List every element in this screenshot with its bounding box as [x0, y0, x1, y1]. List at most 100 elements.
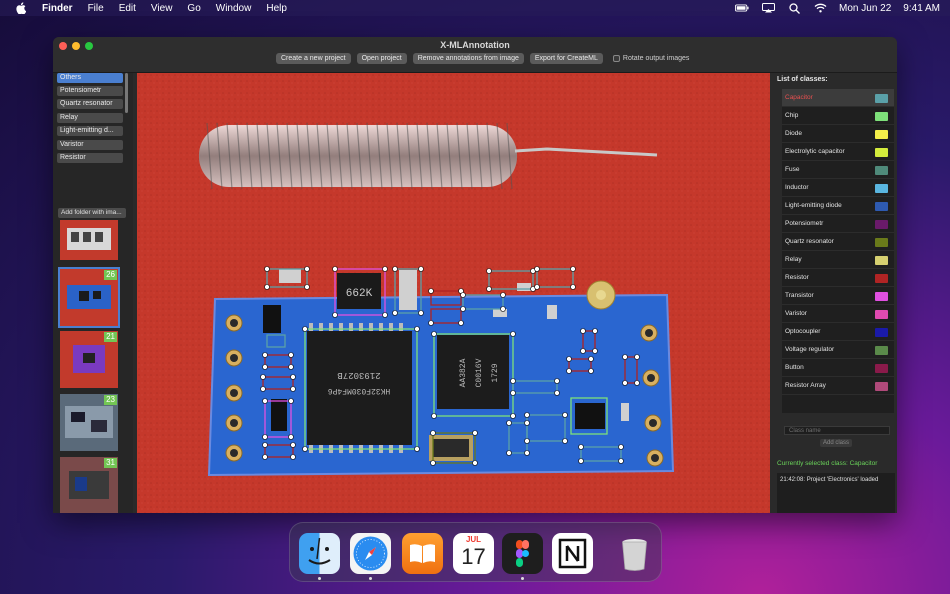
add-class-button[interactable]: Add class	[820, 439, 853, 447]
battery-icon[interactable]	[735, 2, 749, 14]
class-label: Relay	[785, 256, 802, 263]
folder-varistor[interactable]: Varistor	[57, 140, 123, 150]
image-thumbnail[interactable]	[60, 220, 118, 260]
class-label: Diode	[785, 130, 802, 137]
menu-time[interactable]: 9:41 AM	[903, 3, 940, 14]
dock: JUL 17	[289, 522, 662, 582]
class-label: Resistor Array	[785, 382, 826, 389]
pcb-board: 2193027B HK32F030MF4P6 AA382A C0016V 172…	[207, 269, 675, 477]
pcb-photo[interactable]: 2193027B HK32F030MF4P6 AA382A C0016V 172…	[137, 73, 770, 513]
menu-view[interactable]: View	[151, 3, 173, 14]
wifi-icon[interactable]	[813, 2, 827, 14]
class-item-varistor[interactable]: Varistor	[782, 305, 894, 323]
class-item-electrolytic-capacitor[interactable]: Electrolytic capacitor	[782, 143, 894, 161]
image-thumbnail-selected[interactable]: 26	[58, 267, 120, 328]
class-item-chip[interactable]: Chip	[782, 107, 894, 125]
apple-icon[interactable]	[14, 1, 28, 15]
folder-potensiometr[interactable]: Potensiometr	[57, 86, 123, 96]
class-label: Potensiometr	[785, 220, 824, 227]
class-label: Light-emitting diode	[785, 202, 842, 209]
menu-go[interactable]: Go	[187, 3, 200, 14]
color-swatch	[875, 256, 888, 265]
folder-others[interactable]: Others	[57, 73, 123, 83]
class-label: Chip	[785, 112, 799, 119]
annotation-count-badge: 31	[104, 458, 117, 468]
class-item-quartz-resonator[interactable]: Quartz resonator	[782, 233, 894, 251]
folder-quartz-resonator[interactable]: Quartz resonator	[57, 99, 123, 109]
finder-running-indicator	[318, 577, 321, 580]
class-item-led[interactable]: Light-emitting diode	[782, 197, 894, 215]
class-label: Varistor	[785, 310, 807, 317]
class-item-diode[interactable]: Diode	[782, 125, 894, 143]
menu-date[interactable]: Mon Jun 22	[839, 3, 891, 14]
export-createml-button[interactable]: Export for CreateML	[529, 53, 603, 64]
calendar-icon[interactable]: JUL 17	[453, 533, 494, 574]
menu-window[interactable]: Window	[216, 3, 252, 14]
class-label: Inductor	[785, 184, 809, 191]
app-window: X-MLAnnotation Create a new project Open…	[53, 37, 897, 513]
class-label: Fuse	[785, 166, 800, 173]
folders-scrollbar[interactable]	[125, 73, 128, 113]
class-label: Voltage regulator	[785, 346, 835, 353]
trash-icon[interactable]	[614, 533, 655, 574]
add-folder-button[interactable]: Add folder with ima...	[58, 208, 126, 218]
search-icon[interactable]	[787, 2, 801, 14]
class-item-button[interactable]: Button	[782, 359, 894, 377]
remove-annotations-button[interactable]: Remove annotations from image	[412, 53, 524, 64]
image-thumbnail[interactable]: 23	[60, 394, 118, 451]
color-swatch	[875, 220, 888, 229]
notion-icon[interactable]	[552, 533, 593, 574]
class-name-input[interactable]: Class name	[784, 426, 890, 435]
safari-running-indicator	[369, 577, 372, 580]
class-label: Button	[785, 364, 804, 371]
menu-help[interactable]: Help	[266, 3, 287, 14]
color-swatch	[875, 328, 888, 337]
cast-icon[interactable]	[761, 2, 775, 14]
class-item-resistor[interactable]: Resistor	[782, 269, 894, 287]
class-item-capacitor[interactable]: Capacitor	[782, 89, 894, 107]
class-item-voltage-regulator[interactable]: Voltage regulator	[782, 341, 894, 359]
folder-led[interactable]: Light-emitting d...	[57, 126, 123, 136]
menu-bar: Finder File Edit View Go Window Help Mon…	[0, 0, 950, 16]
class-label: Quartz resonator	[785, 238, 834, 245]
class-item-fuse[interactable]: Fuse	[782, 161, 894, 179]
menu-finder[interactable]: Finder	[42, 3, 73, 14]
finder-icon[interactable]	[299, 533, 340, 574]
menu-edit[interactable]: Edit	[119, 3, 136, 14]
color-swatch	[875, 274, 888, 283]
books-icon[interactable]	[402, 533, 443, 574]
color-swatch	[875, 202, 888, 211]
annotation-canvas[interactable]: 2193027B HK32F030MF4P6 AA382A C0016V 172…	[137, 73, 770, 513]
mcu-chip-label: HK32F030MF4P6	[328, 386, 391, 395]
calendar-month: JUL	[465, 535, 482, 544]
class-item-potensiometr[interactable]: Potensiometr	[782, 215, 894, 233]
create-project-button[interactable]: Create a new project	[276, 53, 351, 64]
figma-icon[interactable]	[502, 533, 543, 574]
class-label: Transistor	[785, 292, 814, 299]
rotate-checkbox[interactable]	[612, 55, 620, 62]
color-swatch	[875, 112, 888, 121]
image-thumbnail[interactable]: 31	[60, 457, 118, 513]
log-output: 21:42:08: Project 'Electronics' loaded	[777, 473, 895, 513]
class-item-transistor[interactable]: Transistor	[782, 287, 894, 305]
classes-title: List of classes:	[777, 76, 828, 83]
class-item-resistor-array[interactable]: Resistor Array	[782, 377, 894, 395]
class-item-relay[interactable]: Relay	[782, 251, 894, 269]
menu-file[interactable]: File	[88, 3, 104, 14]
class-list: Capacitor Chip Diode Electrolytic capaci…	[782, 89, 894, 413]
rf-chip-code: C0016V	[475, 358, 484, 387]
open-project-button[interactable]: Open project	[356, 53, 407, 64]
folder-resistor[interactable]: Resistor	[57, 153, 123, 163]
color-swatch	[875, 364, 888, 373]
image-thumbnail[interactable]: 21	[60, 331, 118, 388]
classes-panel: List of classes: Capacitor Chip Diode El…	[774, 73, 897, 513]
class-item-inductor[interactable]: Inductor	[782, 179, 894, 197]
color-swatch	[875, 94, 888, 103]
color-swatch	[875, 184, 888, 193]
folder-relay[interactable]: Relay	[57, 113, 123, 123]
class-item-optocoupler[interactable]: Optocoupler	[782, 323, 894, 341]
mcu-chip-code: 2193027B	[337, 370, 381, 380]
safari-icon[interactable]	[350, 533, 391, 574]
rotate-output-toggle[interactable]: Rotate output images	[612, 55, 689, 62]
rf-chip-code-2: 1729	[491, 363, 500, 382]
